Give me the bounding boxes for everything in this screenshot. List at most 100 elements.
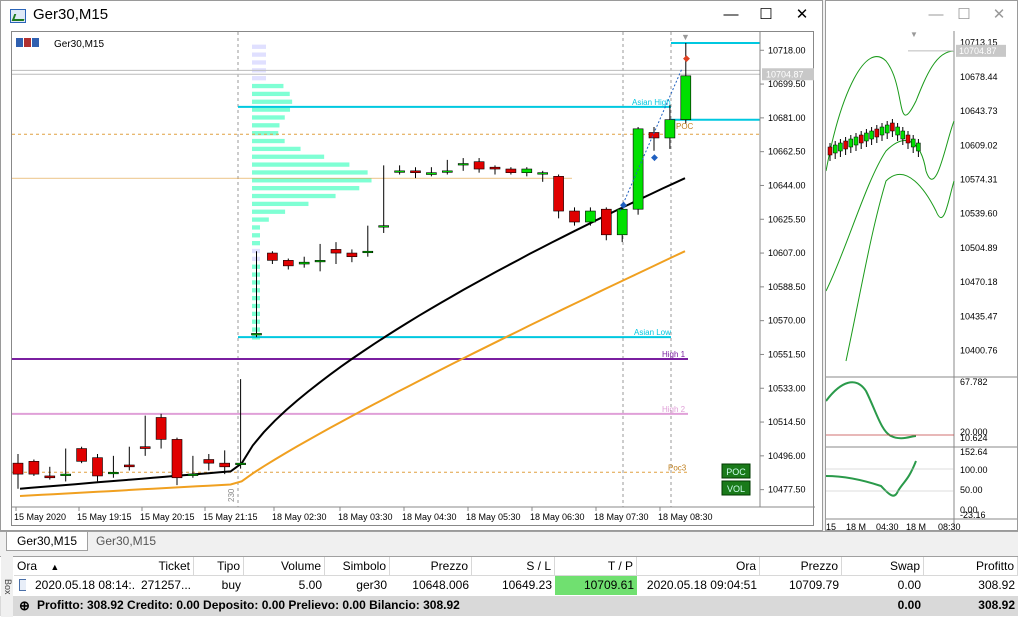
session-label: 230: [227, 488, 236, 502]
cell-symbol: ger30: [356, 578, 387, 592]
col-header-swap[interactable]: Swap: [842, 557, 924, 576]
close-button[interactable]: ✕: [787, 3, 817, 27]
cell-take-profit: 10709.61: [555, 576, 637, 595]
col-header-profitto[interactable]: Profitto: [924, 557, 1018, 576]
candle-body: [426, 172, 437, 175]
time-tick-label: 15 May 19:15: [77, 512, 132, 522]
table-row[interactable]: 2020.05.18 08:14:... 271257... buy 5.00 …: [0, 576, 1018, 595]
shift-marker-icon: ▼: [681, 32, 690, 42]
price-tick-label: 10588.50: [768, 282, 806, 292]
price-tick-label: 10570.00: [768, 316, 806, 326]
main-chart[interactable]: Ger30,M15 Asian High Asian Low High 1 High 2…: [11, 31, 815, 527]
time-tick-label: 15 May 21:15: [203, 512, 258, 522]
secondary-candle-body: [916, 142, 921, 152]
candle-body: [680, 75, 692, 120]
candle-body: [124, 464, 135, 468]
main-chart-svg[interactable]: Ger30,M15 Asian High Asian Low High 1 High 2…: [12, 32, 815, 527]
main-titlebar[interactable]: Ger30,M15 — ☐ ✕: [1, 1, 822, 31]
volume-profile-bar: [252, 217, 269, 222]
secondary-price-label: 10504.89: [960, 243, 998, 253]
col-header-tp[interactable]: T / P: [555, 557, 637, 576]
secondary-maximize-button[interactable]: ☐: [949, 3, 979, 27]
cell-open-time: 2020.05.18 08:14:...: [35, 578, 136, 592]
volume-profile-bar: [252, 115, 285, 120]
volume-profile-bar: [252, 201, 309, 207]
col-header-sl[interactable]: S / L: [472, 557, 555, 576]
tab-ger30-m15-2[interactable]: Ger30,M15: [86, 532, 166, 551]
secondary-candle-body: [838, 142, 843, 152]
asian-low-label: Asian Low: [634, 328, 671, 337]
candle-body: [616, 208, 628, 236]
candle-body: [505, 168, 517, 173]
candle-body: [235, 462, 246, 465]
candle-body: [585, 210, 596, 223]
col-header-prezzo-close[interactable]: Prezzo: [760, 557, 842, 576]
time-tick-label: 15 May 2020: [14, 512, 66, 522]
toolbox-side-tab[interactable]: Box: [1, 556, 13, 617]
candle-body: [664, 119, 676, 139]
minimize-button[interactable]: —: [716, 3, 746, 27]
indicator2-line: [826, 460, 917, 497]
price-tick-label: 10607.00: [768, 248, 806, 258]
expand-plus-icon[interactable]: ⊕: [16, 596, 32, 615]
summary-row: ⊕ Profitto: 308.92 Credito: 0.00 Deposit…: [0, 596, 1018, 616]
candle-body: [569, 210, 580, 223]
secondary-time-label: 08:30: [938, 522, 961, 531]
candle-body: [394, 170, 405, 173]
poc3-label: Poc3: [668, 463, 687, 472]
candle-body: [219, 462, 230, 468]
secondary-candle-body: [879, 126, 885, 136]
candle-body: [457, 163, 469, 166]
summary-text: Profitto: 308.92 Credito: 0.00 Deposito:…: [37, 598, 460, 612]
volume-profile-bar: [252, 186, 360, 191]
summary-profit: 308.92: [978, 598, 1015, 612]
trade-connector-line: [619, 68, 683, 212]
secondary-time-label: 18 M: [846, 522, 866, 531]
volume-profile-bar: [252, 44, 266, 49]
col-header-prezzo-open[interactable]: Prezzo: [390, 557, 472, 576]
vol-button-label: VOL: [727, 484, 745, 494]
candle-body: [171, 439, 183, 479]
asian-high-label: Asian High: [632, 98, 671, 107]
secondary-chart-svg[interactable]: 10713.1510678.4410643.7310609.0210574.31…: [826, 31, 1018, 531]
summary-swap: 0.00: [897, 598, 921, 612]
poc-button-label: POC: [726, 467, 746, 477]
candle-body: [282, 260, 294, 267]
price-tick-label: 10477.50: [768, 485, 806, 495]
col-header-simbolo[interactable]: Simbolo: [325, 557, 390, 576]
secondary-candle-body: [905, 134, 911, 144]
buy-arrow-icon: ◆: [651, 152, 658, 162]
cell-swap: 0.00: [897, 578, 921, 592]
volume-profile-bar: [252, 123, 280, 128]
secondary-close-button[interactable]: ✕: [984, 3, 1014, 27]
volume-profile-bar: [252, 233, 260, 238]
cell-stop-loss: 10649.23: [501, 578, 552, 592]
indicator2-label: 100.00: [960, 465, 988, 475]
main-window-title: Ger30,M15: [33, 6, 109, 23]
cell-open-price: 10648.006: [412, 578, 469, 592]
tab-ger30-m15-1[interactable]: Ger30,M15: [6, 532, 89, 551]
secondary-titlebar[interactable]: — ☐ ✕: [826, 1, 1017, 31]
secondary-minimize-button[interactable]: —: [921, 3, 951, 27]
col-header-ticket[interactable]: Ticket: [136, 557, 194, 576]
volume-profile-bar: [252, 99, 293, 104]
col-header-tipo[interactable]: Tipo: [194, 557, 244, 576]
secondary-candle-body: [864, 132, 869, 142]
table-header: Ora ▲ Ticket Tipo Volume Simbolo Prezzo …: [0, 557, 1018, 576]
maximize-button[interactable]: ☐: [751, 3, 781, 27]
high2-label: High 2: [662, 405, 686, 414]
secondary-current-price-label: 10704.87: [959, 46, 997, 56]
indicator1-label: 67.782: [960, 377, 988, 387]
candle-body: [12, 462, 24, 475]
sort-indicator-icon: ▲: [50, 562, 60, 572]
secondary-candle-body: [910, 138, 916, 148]
candle-body: [537, 172, 549, 175]
volume-profile-bar: [252, 193, 336, 199]
chart-window-icon: [10, 9, 26, 23]
price-tick-label: 10644.00: [768, 180, 806, 190]
indicator1-line: [826, 381, 917, 440]
col-header-volume[interactable]: Volume: [244, 557, 325, 576]
time-tick-label: 18 May 04:30: [402, 512, 457, 522]
col-header-ora-close[interactable]: Ora: [637, 557, 760, 576]
price-tick-label: 10551.50: [768, 349, 806, 359]
